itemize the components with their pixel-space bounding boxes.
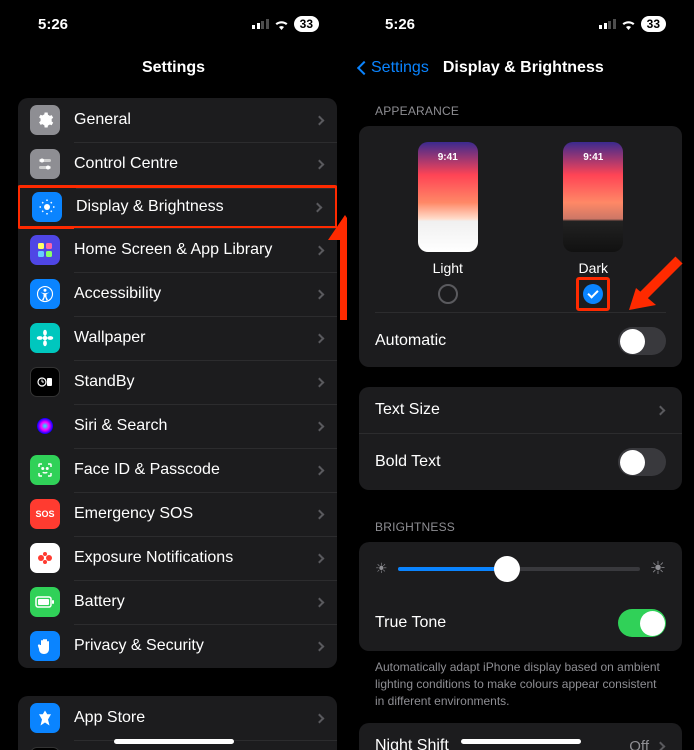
row-app-store[interactable]: App Store xyxy=(18,696,337,740)
automatic-row: Automatic xyxy=(375,312,666,355)
flower-icon xyxy=(30,323,60,353)
nav-bar: Settings Display & Brightness xyxy=(347,48,694,88)
brightness-slider[interactable] xyxy=(398,567,640,571)
chevron-right-icon xyxy=(656,741,666,750)
cellular-icon xyxy=(252,19,269,29)
chevron-right-icon xyxy=(315,597,325,607)
row-exposure-notifications[interactable]: Exposure Notifications xyxy=(18,536,337,580)
appearance-option-light[interactable]: 9:41 Light xyxy=(418,142,478,304)
text-group: Text Size Bold Text xyxy=(359,387,682,490)
annotation-highlight xyxy=(576,277,610,311)
row-face-id[interactable]: Face ID & Passcode xyxy=(18,448,337,492)
chevron-left-icon xyxy=(357,61,371,75)
chevron-right-icon xyxy=(315,553,325,563)
automatic-toggle[interactable] xyxy=(618,327,666,355)
brightness-group: ☀ ☀ True Tone xyxy=(359,542,682,651)
status-time: 5:26 xyxy=(385,16,415,33)
row-standby[interactable]: StandBy xyxy=(18,360,337,404)
row-general[interactable]: General xyxy=(18,98,337,142)
sun-icon xyxy=(32,192,62,222)
sun-small-icon: ☀ xyxy=(375,560,388,577)
chevron-right-icon xyxy=(315,115,325,125)
sliders-icon xyxy=(30,149,60,179)
chevron-right-icon xyxy=(315,245,325,255)
chevron-right-icon xyxy=(315,421,325,431)
appearance-header: APPEARANCE xyxy=(359,88,682,126)
status-bar: 5:26 33 xyxy=(347,0,694,48)
row-true-tone: True Tone xyxy=(359,595,682,651)
page-title: Display & Brightness xyxy=(443,59,604,77)
row-bold-text: Bold Text xyxy=(359,433,682,490)
back-button[interactable]: Settings xyxy=(359,59,429,77)
status-icons: 33 xyxy=(252,16,319,32)
night-shift-group: Night Shift Off xyxy=(359,723,682,750)
sos-icon: SOS xyxy=(30,499,60,529)
row-text-size[interactable]: Text Size xyxy=(359,387,682,433)
brightness-header: BRIGHTNESS xyxy=(359,504,682,542)
app-store-icon xyxy=(30,703,60,733)
row-emergency-sos[interactable]: SOSEmergency SOS xyxy=(18,492,337,536)
true-tone-description: Automatically adapt iPhone display based… xyxy=(359,651,682,723)
sun-large-icon: ☀ xyxy=(650,558,666,579)
wifi-icon xyxy=(274,19,289,30)
appearance-card: 9:41 Light 9:41 Dark Automatic xyxy=(359,126,682,367)
chevron-right-icon xyxy=(315,333,325,343)
row-home-screen[interactable]: Home Screen & App Library xyxy=(18,228,337,272)
chevron-right-icon xyxy=(315,289,325,299)
row-control-centre[interactable]: Control Centre xyxy=(18,142,337,186)
exposure-icon xyxy=(30,543,60,573)
chevron-right-icon xyxy=(315,713,325,723)
hand-icon xyxy=(30,631,60,661)
bold-text-toggle[interactable] xyxy=(618,448,666,476)
radio-unchecked-icon[interactable] xyxy=(438,284,458,304)
page-title: Settings xyxy=(0,48,347,88)
status-time: 5:26 xyxy=(38,16,68,33)
row-night-shift[interactable]: Night Shift Off xyxy=(359,723,682,750)
home-indicator[interactable] xyxy=(114,739,234,744)
true-tone-toggle[interactable] xyxy=(618,609,666,637)
row-siri[interactable]: Siri & Search xyxy=(18,404,337,448)
siri-icon xyxy=(30,411,60,441)
phone-settings-list: 5:26 33 Settings General Control Centre … xyxy=(0,0,347,750)
row-battery[interactable]: Battery xyxy=(18,580,337,624)
row-display-brightness[interactable]: Display & Brightness xyxy=(18,185,337,229)
dark-preview: 9:41 xyxy=(563,142,623,252)
status-bar: 5:26 33 xyxy=(0,0,347,48)
light-preview: 9:41 xyxy=(418,142,478,252)
home-indicator[interactable] xyxy=(461,739,581,744)
brightness-slider-row: ☀ ☀ xyxy=(359,542,682,595)
battery-icon xyxy=(30,587,60,617)
row-accessibility[interactable]: Accessibility xyxy=(18,272,337,316)
row-wallpaper[interactable]: Wallpaper xyxy=(18,316,337,360)
chevron-right-icon xyxy=(315,509,325,519)
status-icons: 33 xyxy=(599,16,666,32)
settings-group-1: General Control Centre Display & Brightn… xyxy=(18,98,337,668)
chevron-right-icon xyxy=(315,377,325,387)
chevron-right-icon xyxy=(313,202,323,212)
gear-icon xyxy=(30,105,60,135)
appearance-option-dark[interactable]: 9:41 Dark xyxy=(563,142,623,304)
clock-icon xyxy=(30,367,60,397)
chevron-right-icon xyxy=(315,159,325,169)
chevron-right-icon xyxy=(656,405,666,415)
chevron-right-icon xyxy=(315,465,325,475)
accessibility-icon xyxy=(30,279,60,309)
face-id-icon xyxy=(30,455,60,485)
battery-icon: 33 xyxy=(641,16,666,32)
row-privacy-security[interactable]: Privacy & Security xyxy=(18,624,337,668)
grid-icon xyxy=(30,235,60,265)
cellular-icon xyxy=(599,19,616,29)
phone-display-brightness: 5:26 33 Settings Display & Brightness AP… xyxy=(347,0,694,750)
battery-icon: 33 xyxy=(294,16,319,32)
chevron-right-icon xyxy=(315,641,325,651)
wifi-icon xyxy=(621,19,636,30)
radio-checked-icon[interactable] xyxy=(583,284,603,304)
